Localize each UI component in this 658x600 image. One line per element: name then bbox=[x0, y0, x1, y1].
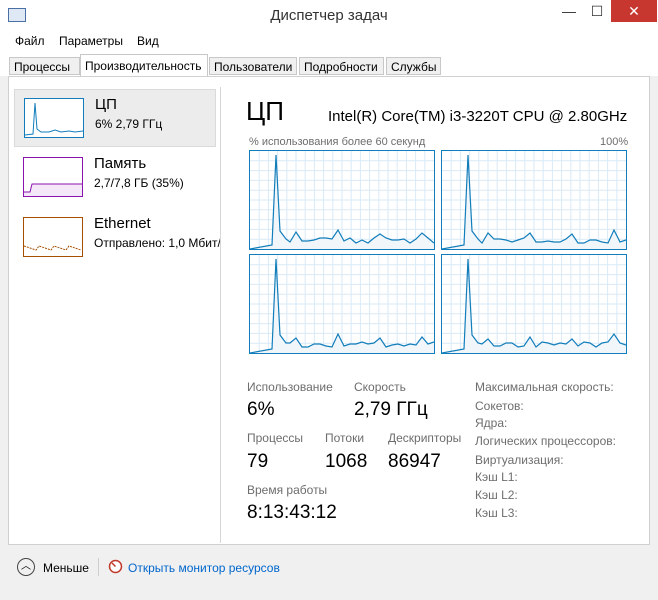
open-resource-monitor-link[interactable]: Открыть монитор ресурсов bbox=[128, 561, 280, 575]
collapse-icon[interactable]: ︿ bbox=[17, 558, 35, 576]
core-graph bbox=[441, 254, 627, 354]
resource-monitor-icon bbox=[108, 559, 123, 574]
cpu-model: Intel(R) Core(TM) i3-3220T CPU @ 2.80GHz bbox=[328, 108, 628, 125]
processes-label: Процессы bbox=[247, 431, 304, 445]
spec-virtualization: Виртуализация: bbox=[475, 453, 564, 467]
memory-thumbnail-graph bbox=[23, 157, 83, 197]
tab-performance[interactable]: Производительность bbox=[80, 54, 208, 76]
uptime-label: Время работы bbox=[247, 483, 328, 497]
utilization-max: 100% bbox=[600, 136, 629, 148]
tab-services[interactable]: Службы bbox=[386, 57, 441, 75]
spec-max-speed: Максимальная скорость: bbox=[475, 380, 614, 394]
title-bar: Диспетчер задач — ☐ ✕ bbox=[0, 0, 658, 32]
threads-value: 1068 bbox=[325, 451, 368, 472]
speed-label: Скорость bbox=[354, 380, 406, 394]
usage-value: 6% bbox=[247, 399, 275, 420]
menu-options[interactable]: Параметры bbox=[59, 34, 123, 48]
tab-details[interactable]: Подробности bbox=[299, 57, 384, 75]
core-graph bbox=[441, 150, 627, 250]
usage-label: Использование bbox=[247, 380, 333, 394]
sidebar-item-memory[interactable]: Память 2,7/7,8 ГБ (35%) bbox=[14, 149, 216, 207]
spec-cache-l2: Кэш L2: bbox=[475, 488, 518, 502]
panel-divider bbox=[220, 87, 221, 543]
core-graph bbox=[249, 254, 435, 354]
menu-view[interactable]: Вид bbox=[137, 34, 159, 48]
utilization-label: % использования более 60 секунд bbox=[249, 136, 426, 148]
sidebar-item-label: Память bbox=[94, 155, 147, 172]
speed-value: 2,79 ГГц bbox=[354, 399, 428, 420]
cpu-thumbnail-graph bbox=[24, 98, 84, 138]
spec-cache-l3: Кэш L3: bbox=[475, 506, 518, 520]
tab-strip: Процессы Производительность Пользователи… bbox=[0, 52, 658, 76]
processes-value: 79 bbox=[247, 451, 269, 472]
sidebar-item-label: ЦП bbox=[95, 96, 117, 113]
menu-file[interactable]: Файл bbox=[15, 34, 45, 48]
minimize-button[interactable]: — bbox=[555, 0, 583, 22]
tab-users[interactable]: Пользователи bbox=[209, 57, 297, 75]
handles-value: 86947 bbox=[388, 451, 441, 472]
sidebar-item-cpu[interactable]: ЦП 6% 2,79 ГГц bbox=[14, 89, 216, 147]
spec-cores: Ядра: bbox=[475, 416, 508, 430]
tab-processes[interactable]: Процессы bbox=[9, 57, 80, 75]
sidebar-item-label: Ethernet bbox=[94, 215, 151, 232]
sidebar-item-sub: 2,7/7,8 ГБ (35%) bbox=[94, 176, 184, 190]
ethernet-thumbnail-graph bbox=[23, 217, 83, 257]
maximize-button[interactable]: ☐ bbox=[583, 0, 611, 22]
sidebar-item-sub: Отправлено: 1,0 Мбит/ bbox=[94, 236, 221, 250]
sidebar-item-sub: 6% 2,79 ГГц bbox=[95, 117, 163, 131]
fewer-details-button[interactable]: Меньше bbox=[43, 561, 89, 575]
spec-logical-processors: Логических процессоров: bbox=[475, 434, 616, 448]
spec-cache-l1: Кэш L1: bbox=[475, 470, 518, 484]
cpu-title: ЦП bbox=[246, 96, 284, 126]
footer-separator bbox=[98, 558, 99, 576]
handles-label: Дескрипторы bbox=[388, 431, 462, 445]
sidebar-item-ethernet[interactable]: Ethernet Отправлено: 1,0 Мбит/ bbox=[14, 209, 221, 267]
spec-sockets: Сокетов: bbox=[475, 399, 524, 413]
threads-label: Потоки bbox=[325, 431, 365, 445]
menu-bar: Файл Параметры Вид bbox=[0, 32, 658, 52]
core-graph bbox=[249, 150, 435, 250]
close-button[interactable]: ✕ bbox=[611, 0, 657, 22]
uptime-value: 8:13:43:12 bbox=[247, 502, 337, 523]
